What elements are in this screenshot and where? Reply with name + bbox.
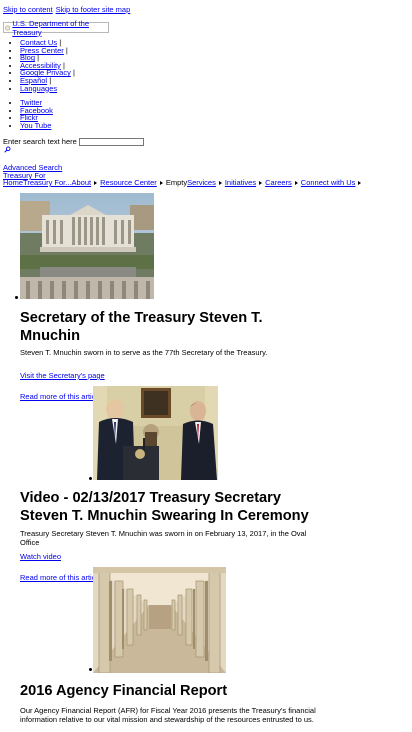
nav-treasury-for[interactable]: Treasury For... xyxy=(23,178,71,187)
separator: | xyxy=(65,45,68,55)
triangle-right-icon xyxy=(159,180,163,185)
slide-description-line: Treasury Secretary Steven T. Mnuchin was… xyxy=(20,529,307,538)
slide-description: Steven T. Mnuchin sworn in to serve as t… xyxy=(20,348,268,357)
treasury-logo-text: U.S. Department of the Treasury xyxy=(12,18,90,37)
treasury-logo[interactable]: U.S. Department of the Treasury xyxy=(3,19,109,37)
slide-description: Our Agency Financial Report (AFR) for Fi… xyxy=(20,706,320,724)
main-nav: Home Treasury For... About Resource Center E… xyxy=(3,178,364,187)
swearing-in-video-image[interactable] xyxy=(93,386,218,480)
search-input[interactable] xyxy=(78,137,144,146)
slide-description-line: Office xyxy=(20,537,40,547)
utility-nav: Contact Us | Press Center | Blog | Acces… xyxy=(0,39,75,92)
nav-services[interactable]: Services xyxy=(187,178,216,187)
skip-to-footer-link[interactable]: Skip to footer site map xyxy=(56,5,131,14)
youtube-link[interactable]: You Tube xyxy=(20,121,51,130)
triangle-right-icon xyxy=(94,180,98,185)
slide-title-line: 2016 Agency Financial Report xyxy=(20,683,228,699)
nav-about[interactable]: About xyxy=(72,178,92,187)
skip-to-content-link[interactable]: Skip to content xyxy=(3,5,53,14)
triangle-right-icon xyxy=(358,180,362,185)
slide-title-line: Mnuchin xyxy=(20,327,80,344)
nav-careers[interactable]: Careers xyxy=(265,178,292,187)
treasury-seal-icon xyxy=(5,24,11,31)
watch-video-link[interactable]: Watch video xyxy=(20,552,61,561)
slide-description-line: information relative to our vital missio… xyxy=(20,714,314,724)
slide-title-line: Video - 02/13/2017 Treasury Secretary xyxy=(20,490,281,506)
nav-empty: Empty xyxy=(165,178,188,187)
utility-item: Languages xyxy=(20,84,75,93)
nav-home[interactable]: Home xyxy=(3,178,23,187)
visit-secretary-link[interactable]: Visit the Secretary's page xyxy=(20,371,105,380)
treasury-building-image[interactable] xyxy=(20,193,154,299)
separator: | xyxy=(72,68,75,78)
slide-title-line: Secretary of the Treasury Steven T. xyxy=(20,310,263,326)
nav-connect[interactable]: Connect with Us xyxy=(301,178,356,187)
triangle-right-icon xyxy=(294,180,298,185)
magnifier-icon[interactable] xyxy=(4,146,11,153)
swearing-in-photo xyxy=(93,386,218,480)
treasury-building-photo xyxy=(20,193,154,299)
colonnade-photo xyxy=(93,567,226,674)
read-more-link[interactable]: Read more of this article xyxy=(20,392,101,401)
list-bullet xyxy=(89,668,92,671)
social-nav: Twitter Facebook Flickr You Tube xyxy=(0,99,53,129)
slide-title: Secretary of the Treasury Steven T. Mnuc… xyxy=(20,310,320,345)
skip-links: Skip to content Skip to footer site map xyxy=(3,5,133,14)
triangle-right-icon xyxy=(259,180,263,185)
read-more-link[interactable]: Read more of this article xyxy=(20,573,101,582)
slide-title: 2016 Agency Financial Report xyxy=(20,683,320,701)
languages-link[interactable]: Languages xyxy=(20,84,57,93)
list-bullet xyxy=(89,477,92,480)
financial-report-image[interactable] xyxy=(93,567,226,674)
slide-description: Treasury Secretary Steven T. Mnuchin was… xyxy=(20,529,310,547)
slide-title: Video - 02/13/2017 Treasury Secretary St… xyxy=(20,490,320,525)
list-bullet xyxy=(15,296,18,299)
search-label: Enter search text here xyxy=(3,137,77,146)
slide-title-line: Steven T. Mnuchin Swearing In Ceremony xyxy=(20,507,309,524)
triangle-right-icon xyxy=(218,180,222,185)
nav-resource-center[interactable]: Resource Center xyxy=(100,178,157,187)
nav-initiatives[interactable]: Initiatives xyxy=(225,178,256,187)
search-form: Enter search text here xyxy=(3,137,144,146)
social-item: You Tube xyxy=(20,121,53,130)
